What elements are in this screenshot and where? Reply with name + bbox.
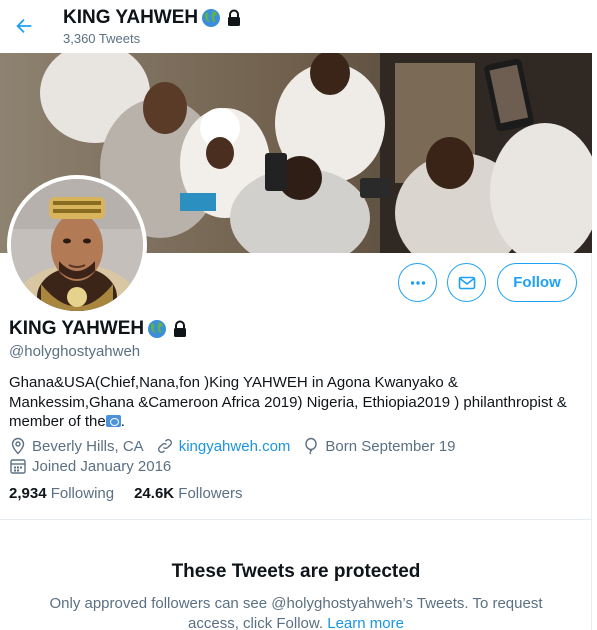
calendar-icon <box>10 459 26 474</box>
lock-icon <box>174 320 187 337</box>
header-title: KING YAHWEH <box>63 7 244 29</box>
followers-link[interactable]: 24.6K Followers <box>134 485 242 502</box>
bio-end: . <box>120 413 125 430</box>
joined-item: Joined January 2016 <box>9 457 171 475</box>
protected-message-text: Only approved followers can see @holygho… <box>49 595 543 630</box>
envelope-icon <box>458 276 475 289</box>
website-link[interactable]: kingyahweh.com <box>179 438 291 455</box>
following-count: 2,934 <box>9 485 47 502</box>
bio-text: Ghana&USA(Chief,Nana,fon )King YAHWEH in… <box>9 374 567 430</box>
link-icon <box>157 439 172 453</box>
protected-message: Only approved followers can see @holygho… <box>36 594 556 630</box>
joined-text: Joined January 2016 <box>32 457 172 475</box>
profile-handle: @holyghostyahweh <box>9 343 141 360</box>
globe-emoji-icon <box>148 320 167 338</box>
location-text: Beverly Hills, CA <box>32 437 144 455</box>
profile-header: KING YAHWEH 3,360 Tweets <box>0 0 592 53</box>
profile-name-text: KING YAHWEH <box>9 318 145 339</box>
profile-name: KING YAHWEH <box>9 318 190 340</box>
lock-icon <box>228 9 241 26</box>
balloon-icon <box>305 437 318 455</box>
section-divider <box>0 519 592 520</box>
followers-label: Followers <box>178 485 243 502</box>
globe-emoji-icon <box>202 9 221 27</box>
back-button[interactable] <box>10 7 38 45</box>
header-name: KING YAHWEH <box>63 7 199 28</box>
more-dots-icon <box>410 280 425 285</box>
profile-avatar[interactable] <box>7 175 147 315</box>
profile-meta: Beverly Hills, CA kingyahweh.com Born Se… <box>9 437 468 455</box>
profile-page: KING YAHWEH 3,360 Tweets Follow KING YAH… <box>0 0 592 630</box>
birthday-item: Born September 19 <box>302 437 456 455</box>
follow-button[interactable]: Follow <box>497 263 577 302</box>
profile-meta-joined: Joined January 2016 <box>9 457 183 475</box>
tweet-count: 3,360 Tweets <box>63 31 141 46</box>
location-item: Beverly Hills, CA <box>9 437 144 455</box>
following-link[interactable]: 2,934 Following <box>9 485 114 502</box>
learn-more-link[interactable]: Learn more <box>327 615 404 630</box>
birthday-text: Born September 19 <box>325 437 456 455</box>
un-flag-icon <box>105 415 121 427</box>
message-button[interactable] <box>447 263 486 302</box>
followers-count: 24.6K <box>134 485 175 502</box>
following-label: Following <box>50 485 115 502</box>
arrow-left-icon <box>16 18 32 34</box>
profile-stats: 2,934 Following 24.6K Followers <box>9 485 262 502</box>
avatar-image <box>11 179 143 311</box>
protected-title: These Tweets are protected <box>171 561 421 582</box>
more-button[interactable] <box>398 263 437 302</box>
profile-bio: Ghana&USA(Chief,Nana,fon )King YAHWEH in… <box>9 373 579 432</box>
location-pin-icon <box>11 437 25 455</box>
website-item: kingyahweh.com <box>156 437 291 455</box>
